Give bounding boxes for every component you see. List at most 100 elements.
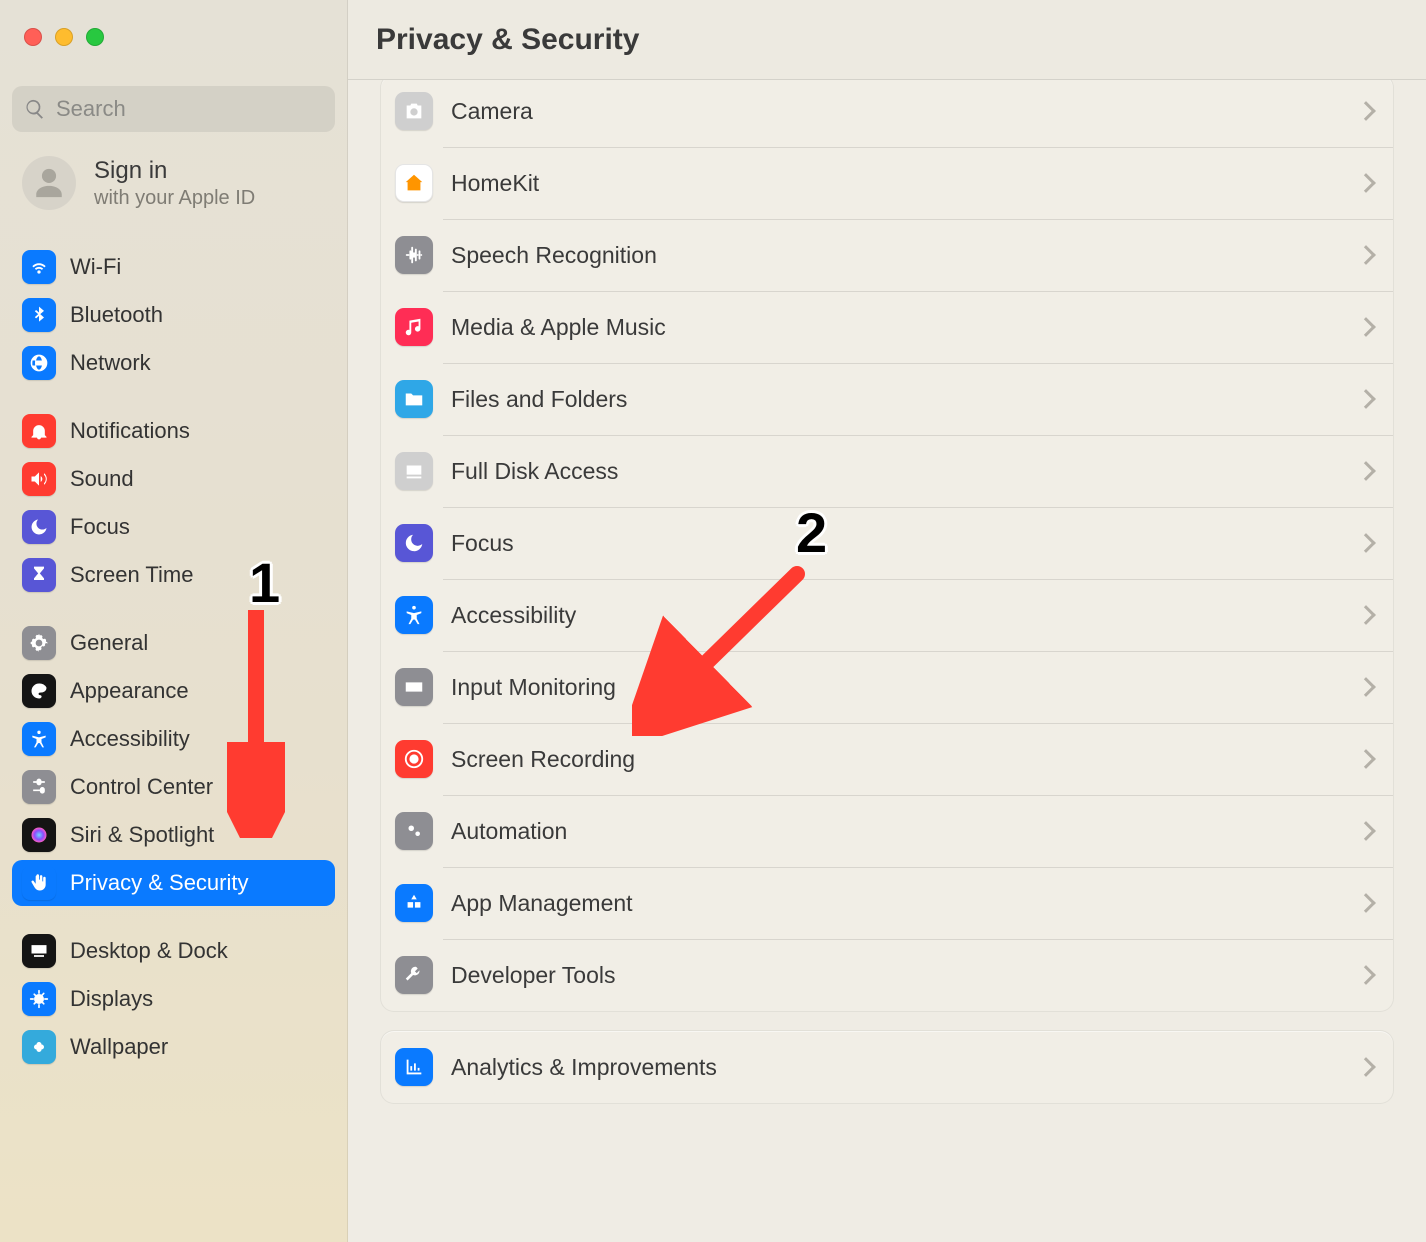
sidebar: Sign in with your Apple ID Wi-Fi Bluetoot… bbox=[0, 0, 348, 1242]
page-title: Privacy & Security bbox=[376, 23, 639, 57]
sound-icon bbox=[22, 462, 56, 496]
disk-icon bbox=[395, 452, 433, 490]
settings-row-full-disk-access[interactable]: Full Disk Access bbox=[381, 435, 1393, 507]
settings-row-camera[interactable]: Camera bbox=[381, 80, 1393, 147]
settings-row-label: Camera bbox=[451, 98, 1341, 125]
bell-icon bbox=[22, 414, 56, 448]
window-close-button[interactable] bbox=[24, 28, 42, 46]
sidebar-item-label: Wallpaper bbox=[70, 1034, 168, 1060]
sidebar-item-sound[interactable]: Sound bbox=[12, 456, 335, 502]
chevron-right-icon bbox=[1356, 245, 1376, 265]
settings-row-focus[interactable]: Focus bbox=[381, 507, 1393, 579]
camera-icon bbox=[395, 92, 433, 130]
access-icon bbox=[395, 596, 433, 634]
settings-row-files-and-folders[interactable]: Files and Folders bbox=[381, 363, 1393, 435]
wifi-icon bbox=[22, 250, 56, 284]
waveform-icon bbox=[395, 236, 433, 274]
chevron-right-icon bbox=[1356, 389, 1376, 409]
apps-icon bbox=[395, 884, 433, 922]
sidebar-item-accessibility[interactable]: Accessibility bbox=[12, 716, 335, 762]
chevron-right-icon bbox=[1356, 821, 1376, 841]
chevron-right-icon bbox=[1356, 749, 1376, 769]
sidebar-item-label: Network bbox=[70, 350, 151, 376]
settings-row-input-monitoring[interactable]: Input Monitoring bbox=[381, 651, 1393, 723]
globe-icon bbox=[22, 346, 56, 380]
sidebar-item-wallpaper[interactable]: Wallpaper bbox=[12, 1024, 335, 1070]
settings-row-app-management[interactable]: App Management bbox=[381, 867, 1393, 939]
tools-icon bbox=[395, 956, 433, 994]
hourglass-icon bbox=[22, 558, 56, 592]
account-subtitle: with your Apple ID bbox=[94, 187, 255, 210]
settings-row-developer-tools[interactable]: Developer Tools bbox=[381, 939, 1393, 1011]
sidebar-item-displays[interactable]: Displays bbox=[12, 976, 335, 1022]
siri-icon bbox=[22, 818, 56, 852]
appearance-icon bbox=[22, 674, 56, 708]
settings-row-automation[interactable]: Automation bbox=[381, 795, 1393, 867]
music-icon bbox=[395, 308, 433, 346]
chevron-right-icon bbox=[1356, 173, 1376, 193]
moon-icon bbox=[395, 524, 433, 562]
sidebar-item-appearance[interactable]: Appearance bbox=[12, 668, 335, 714]
main: Privacy & Security Camera HomeKit Speech R… bbox=[348, 0, 1426, 1242]
settings-row-label: Focus bbox=[451, 530, 1341, 557]
controls-icon bbox=[22, 770, 56, 804]
sidebar-item-label: Siri & Spotlight bbox=[70, 822, 214, 848]
bluetooth-icon bbox=[22, 298, 56, 332]
chart-icon bbox=[395, 1048, 433, 1086]
sidebar-item-control-center[interactable]: Control Center bbox=[12, 764, 335, 810]
sidebar-item-wi-fi[interactable]: Wi-Fi bbox=[12, 244, 335, 290]
gear-icon bbox=[22, 626, 56, 660]
settings-row-label: App Management bbox=[451, 890, 1341, 917]
sidebar-item-screen-time[interactable]: Screen Time bbox=[12, 552, 335, 598]
sidebar-item-desktop-dock[interactable]: Desktop & Dock bbox=[12, 928, 335, 974]
settings-row-label: Input Monitoring bbox=[451, 674, 1341, 701]
chevron-right-icon bbox=[1356, 965, 1376, 985]
sidebar-item-siri-spotlight[interactable]: Siri & Spotlight bbox=[12, 812, 335, 858]
settings-row-accessibility[interactable]: Accessibility bbox=[381, 579, 1393, 651]
hand-icon bbox=[22, 866, 56, 900]
sun-icon bbox=[22, 982, 56, 1016]
settings-panel-2: Analytics & Improvements bbox=[380, 1030, 1394, 1104]
folder-icon bbox=[395, 380, 433, 418]
sidebar-item-label: Accessibility bbox=[70, 726, 190, 752]
content: Camera HomeKit Speech Recognition Media & A… bbox=[348, 80, 1426, 1242]
window-zoom-button[interactable] bbox=[86, 28, 104, 46]
sidebar-item-focus[interactable]: Focus bbox=[12, 504, 335, 550]
sidebar-item-label: Privacy & Security bbox=[70, 870, 249, 896]
flower-icon bbox=[22, 1030, 56, 1064]
account-row[interactable]: Sign in with your Apple ID bbox=[0, 132, 347, 222]
sidebar-item-notifications[interactable]: Notifications bbox=[12, 408, 335, 454]
sidebar-item-label: Wi-Fi bbox=[70, 254, 121, 280]
settings-row-analytics-improvements[interactable]: Analytics & Improvements bbox=[381, 1031, 1393, 1103]
sidebar-item-network[interactable]: Network bbox=[12, 340, 335, 386]
sidebar-item-label: Sound bbox=[70, 466, 134, 492]
sidebar-item-label: Desktop & Dock bbox=[70, 938, 228, 964]
settings-panel: Camera HomeKit Speech Recognition Media & A… bbox=[380, 80, 1394, 1012]
home-icon bbox=[395, 164, 433, 202]
window-minimize-button[interactable] bbox=[55, 28, 73, 46]
sidebar-item-label: Screen Time bbox=[70, 562, 194, 588]
sidebar-item-privacy-security[interactable]: Privacy & Security bbox=[12, 860, 335, 906]
window-traffic-lights bbox=[0, 0, 347, 64]
search-input[interactable] bbox=[12, 86, 335, 132]
annotation-number-2: 2 bbox=[796, 500, 827, 565]
settings-row-speech-recognition[interactable]: Speech Recognition bbox=[381, 219, 1393, 291]
sidebar-item-label: Appearance bbox=[70, 678, 189, 704]
settings-row-label: Automation bbox=[451, 818, 1341, 845]
chevron-right-icon bbox=[1356, 893, 1376, 913]
settings-row-media-apple-music[interactable]: Media & Apple Music bbox=[381, 291, 1393, 363]
avatar bbox=[22, 156, 76, 210]
sidebar-item-label: General bbox=[70, 630, 148, 656]
keyboard-icon bbox=[395, 668, 433, 706]
settings-row-label: Speech Recognition bbox=[451, 242, 1341, 269]
chevron-right-icon bbox=[1356, 605, 1376, 625]
sidebar-item-general[interactable]: General bbox=[12, 620, 335, 666]
dock-icon bbox=[22, 934, 56, 968]
sidebar-item-bluetooth[interactable]: Bluetooth bbox=[12, 292, 335, 338]
chevron-right-icon bbox=[1356, 677, 1376, 697]
settings-row-screen-recording[interactable]: Screen Recording bbox=[381, 723, 1393, 795]
settings-row-label: Developer Tools bbox=[451, 962, 1341, 989]
chevron-right-icon bbox=[1356, 533, 1376, 553]
sidebar-item-label: Displays bbox=[70, 986, 153, 1012]
settings-row-homekit[interactable]: HomeKit bbox=[381, 147, 1393, 219]
